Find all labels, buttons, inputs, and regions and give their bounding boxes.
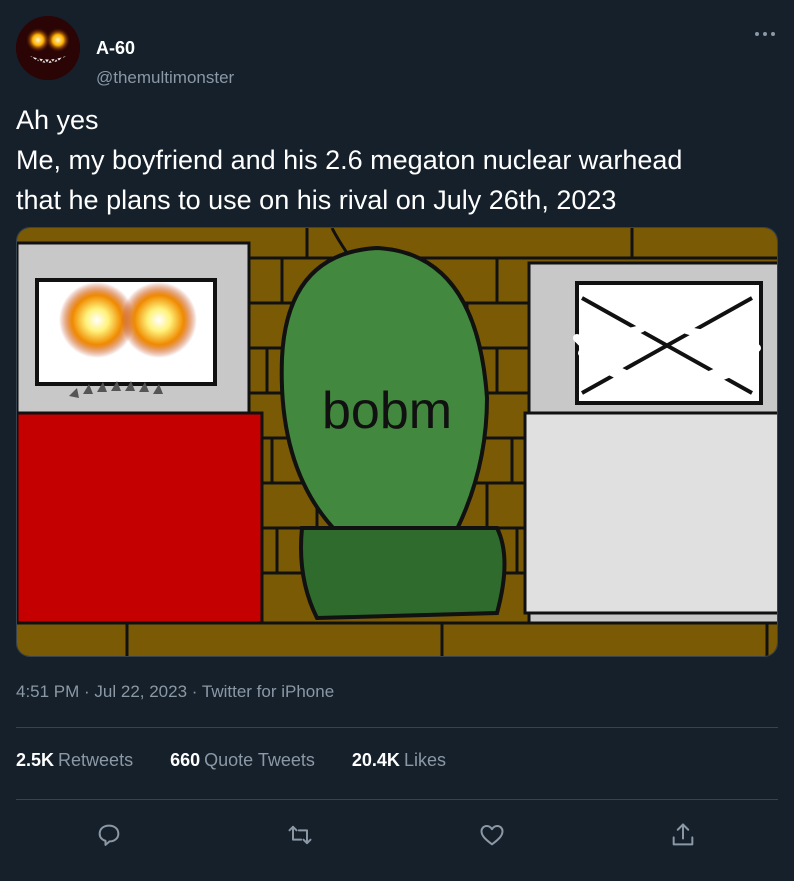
- retweets-count: 2.5K: [16, 750, 55, 770]
- tweet-image[interactable]: bobm: [16, 227, 778, 657]
- reply-icon[interactable]: [92, 818, 126, 852]
- likes-stat[interactable]: 20.4K Likes: [352, 750, 446, 771]
- tweet-actions: [16, 812, 778, 856]
- quotes-label: Quote Tweets: [204, 750, 315, 770]
- retweets-label: Retweets: [58, 750, 134, 770]
- tweet-meta: 4:51 PM · Jul 22, 2023 · Twitter for iPh…: [16, 682, 334, 702]
- tweet-text: Ah yes Me, my boyfriend and his 2.6 mega…: [16, 100, 786, 220]
- quote-tweets-stat[interactable]: 660 Quote Tweets: [170, 750, 315, 771]
- retweets-stat[interactable]: 2.5K Retweets: [16, 750, 133, 771]
- tweet-source[interactable]: Twitter for iPhone: [202, 682, 334, 701]
- meta-separator: ·: [79, 682, 95, 701]
- meta-separator: ·: [187, 682, 202, 701]
- tweet-line: that he plans to use on his rival on Jul…: [16, 185, 617, 215]
- quotes-count: 660: [170, 750, 201, 770]
- divider: [16, 799, 778, 800]
- retweet-icon[interactable]: [283, 818, 317, 852]
- like-icon[interactable]: [475, 818, 509, 852]
- user-handle[interactable]: @themultimonster: [96, 68, 234, 88]
- likes-count: 20.4K: [351, 750, 400, 770]
- display-name[interactable]: A-60: [96, 38, 135, 59]
- tweet-date[interactable]: Jul 22, 2023: [94, 682, 187, 701]
- more-options-icon[interactable]: [752, 22, 778, 46]
- likes-label: Likes: [403, 750, 446, 770]
- tweet-line: Me, my boyfriend and his 2.6 megaton nuc…: [16, 145, 683, 175]
- tweet-time[interactable]: 4:51 PM: [16, 682, 79, 701]
- bomb-label: bobm: [322, 382, 452, 440]
- tweet-line: Ah yes: [16, 105, 99, 135]
- divider: [16, 727, 778, 728]
- share-icon[interactable]: [666, 818, 700, 852]
- tweet-header: A-60 @themultimonster: [16, 14, 778, 87]
- avatar[interactable]: [16, 16, 80, 80]
- tweet-stats: 2.5K Retweets 660 Quote Tweets 20.4K Likes: [16, 750, 478, 771]
